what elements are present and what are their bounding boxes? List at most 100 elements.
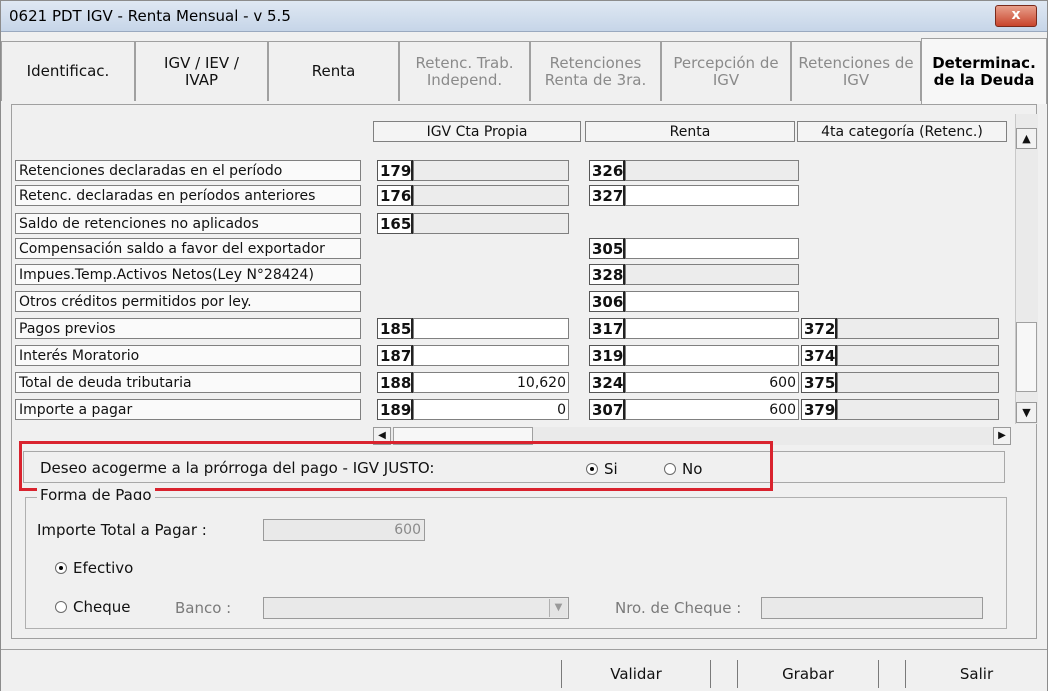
grid-row-label: Otros créditos permitidos por ley. xyxy=(15,291,361,312)
tab-renta[interactable]: Renta xyxy=(268,41,399,101)
close-button[interactable]: x xyxy=(995,5,1037,27)
tab-determinacion-deuda[interactable]: Determinac. de la Deuda xyxy=(921,38,1047,104)
prorroga-label: Deseo acogerme a la prórroga del pago - … xyxy=(40,459,435,477)
casilla-value-field[interactable]: 10,620 xyxy=(413,372,569,393)
vertical-scrollbar[interactable]: ▲ ▼ xyxy=(1015,114,1038,424)
tab-strip: Identificac. IGV / IEV / IVAP Renta Reten… xyxy=(1,38,1047,104)
casilla-value-field[interactable] xyxy=(625,160,799,181)
horizontal-scrollbar[interactable]: ◀ ▶ xyxy=(373,427,1011,445)
prorroga-si-radio[interactable]: Si xyxy=(586,460,618,478)
casilla-value-field[interactable] xyxy=(625,291,799,312)
grid-row-label: Total de deuda tributaria xyxy=(15,372,361,393)
grid-row-label: Interés Moratorio xyxy=(15,345,361,366)
nro-cheque-label: Nro. de Cheque : xyxy=(615,599,742,617)
casilla-value-field[interactable] xyxy=(837,318,999,339)
casilla-value-field[interactable] xyxy=(413,160,569,181)
validar-button[interactable]: Validar xyxy=(561,660,711,688)
horizontal-scroll-thumb[interactable] xyxy=(393,427,533,445)
casilla-code: 328 xyxy=(589,264,625,285)
grid-row-label: Retenc. declaradas en períodos anteriore… xyxy=(15,185,361,206)
casilla-value-field[interactable] xyxy=(625,264,799,285)
nro-cheque-field[interactable] xyxy=(761,597,983,619)
tab-label-line2: Independ. xyxy=(426,70,503,89)
tab-retenc-trab-independ[interactable]: Retenc. Trab. Independ. xyxy=(399,41,530,101)
efectivo-radio[interactable]: Efectivo xyxy=(55,559,133,577)
window-title: 0621 PDT IGV - Renta Mensual - v 5.5 xyxy=(9,7,291,25)
close-icon: x xyxy=(1011,7,1021,23)
tab-label: Determinac. xyxy=(932,53,1036,72)
casilla-value-field[interactable]: 0 xyxy=(413,399,569,420)
vertical-scroll-thumb[interactable] xyxy=(1016,322,1037,392)
main-window: 0621 PDT IGV - Renta Mensual - v 5.5 x I… xyxy=(0,0,1048,691)
column-header-4ta: 4ta categoría (Retenc.) xyxy=(797,121,1007,142)
salir-button[interactable]: Salir xyxy=(905,660,1047,688)
casilla-value-field[interactable] xyxy=(625,318,799,339)
casilla-value-field[interactable] xyxy=(413,345,569,366)
grid-row-label: Importe a pagar xyxy=(15,399,361,420)
title-bar[interactable]: 0621 PDT IGV - Renta Mensual - v 5.5 x xyxy=(1,1,1047,32)
casilla-code: 317 xyxy=(589,318,625,339)
radio-selected-icon xyxy=(55,562,67,574)
tab-label-line2: de la Deuda xyxy=(933,70,1035,89)
casilla-value-field[interactable] xyxy=(625,185,799,206)
tab-label-line2: IVAP xyxy=(184,70,219,89)
tab-retenciones-igv[interactable]: Retenciones de IGV xyxy=(791,41,921,101)
casilla-code: 374 xyxy=(801,345,837,366)
tab-percepcion-igv[interactable]: Percepción de IGV xyxy=(661,41,791,101)
radio-label: Si xyxy=(604,460,618,478)
banco-label: Banco : xyxy=(175,599,232,617)
tab-identificacion[interactable]: Identificac. xyxy=(1,41,135,101)
tab-label: Percepción de xyxy=(673,53,779,72)
grid-row-label: Retenciones declaradas en el período xyxy=(15,160,361,181)
casilla-value-field[interactable] xyxy=(837,399,999,420)
casilla-code: 372 xyxy=(801,318,837,339)
casilla-value-field[interactable] xyxy=(625,238,799,259)
casilla-code: 188 xyxy=(377,372,413,393)
casilla-code: 327 xyxy=(589,185,625,206)
casilla-code: 176 xyxy=(377,185,413,206)
radio-unselected-icon xyxy=(664,463,676,475)
casilla-code: 319 xyxy=(589,345,625,366)
tab-label: Retenc. Trab. xyxy=(415,53,514,72)
casilla-value-field[interactable] xyxy=(413,185,569,206)
casilla-code: 375 xyxy=(801,372,837,393)
casilla-code: 185 xyxy=(377,318,413,339)
casilla-value-field[interactable] xyxy=(413,213,569,234)
tab-label: Identificac. xyxy=(26,62,110,80)
casilla-code: 324 xyxy=(589,372,625,393)
bottom-bar: Validar Grabar Salir xyxy=(1,649,1047,691)
importe-total-field[interactable]: 600 xyxy=(263,519,425,541)
casilla-code: 165 xyxy=(377,213,413,234)
scroll-right-icon[interactable]: ▶ xyxy=(993,427,1011,445)
radio-selected-icon xyxy=(586,463,598,475)
scroll-up-icon[interactable]: ▲ xyxy=(1016,128,1037,149)
casilla-value-field[interactable] xyxy=(837,345,999,366)
dropdown-arrow-icon[interactable]: ▼ xyxy=(549,599,567,617)
banco-dropdown[interactable]: ▼ xyxy=(263,597,569,619)
tab-igv-iev-ivap[interactable]: IGV / IEV / IVAP xyxy=(135,41,268,101)
casilla-code: 379 xyxy=(801,399,837,420)
tab-retenciones-renta-3ra[interactable]: Retenciones Renta de 3ra. xyxy=(530,41,661,101)
scroll-down-icon[interactable]: ▼ xyxy=(1016,402,1037,423)
prorroga-no-radio[interactable]: No xyxy=(664,460,702,478)
casilla-value-field[interactable]: 600 xyxy=(625,372,799,393)
tab-label-line2: IGV xyxy=(712,70,740,89)
cheque-radio[interactable]: Cheque xyxy=(55,598,130,616)
grabar-button[interactable]: Grabar xyxy=(737,660,879,688)
grid-row-label: Impues.Temp.Activos Netos(Ley N°28424) xyxy=(15,264,361,285)
casilla-code: 179 xyxy=(377,160,413,181)
casilla-value-field[interactable]: 600 xyxy=(625,399,799,420)
tab-label: Retenciones xyxy=(549,53,642,72)
casilla-code: 189 xyxy=(377,399,413,420)
casilla-value-field[interactable] xyxy=(837,372,999,393)
forma-pago-legend: Forma de Pago xyxy=(37,484,155,500)
button-label: Validar xyxy=(610,665,662,683)
grid-row-label: Saldo de retenciones no aplicados xyxy=(15,213,361,234)
tab-label-line2: IGV xyxy=(842,70,870,89)
casilla-value-field[interactable] xyxy=(625,345,799,366)
casilla-value-field[interactable] xyxy=(413,318,569,339)
importe-total-label: Importe Total a Pagar : xyxy=(37,521,207,539)
scroll-left-icon[interactable]: ◀ xyxy=(373,427,391,445)
casilla-code: 306 xyxy=(589,291,625,312)
radio-unselected-icon xyxy=(55,601,67,613)
